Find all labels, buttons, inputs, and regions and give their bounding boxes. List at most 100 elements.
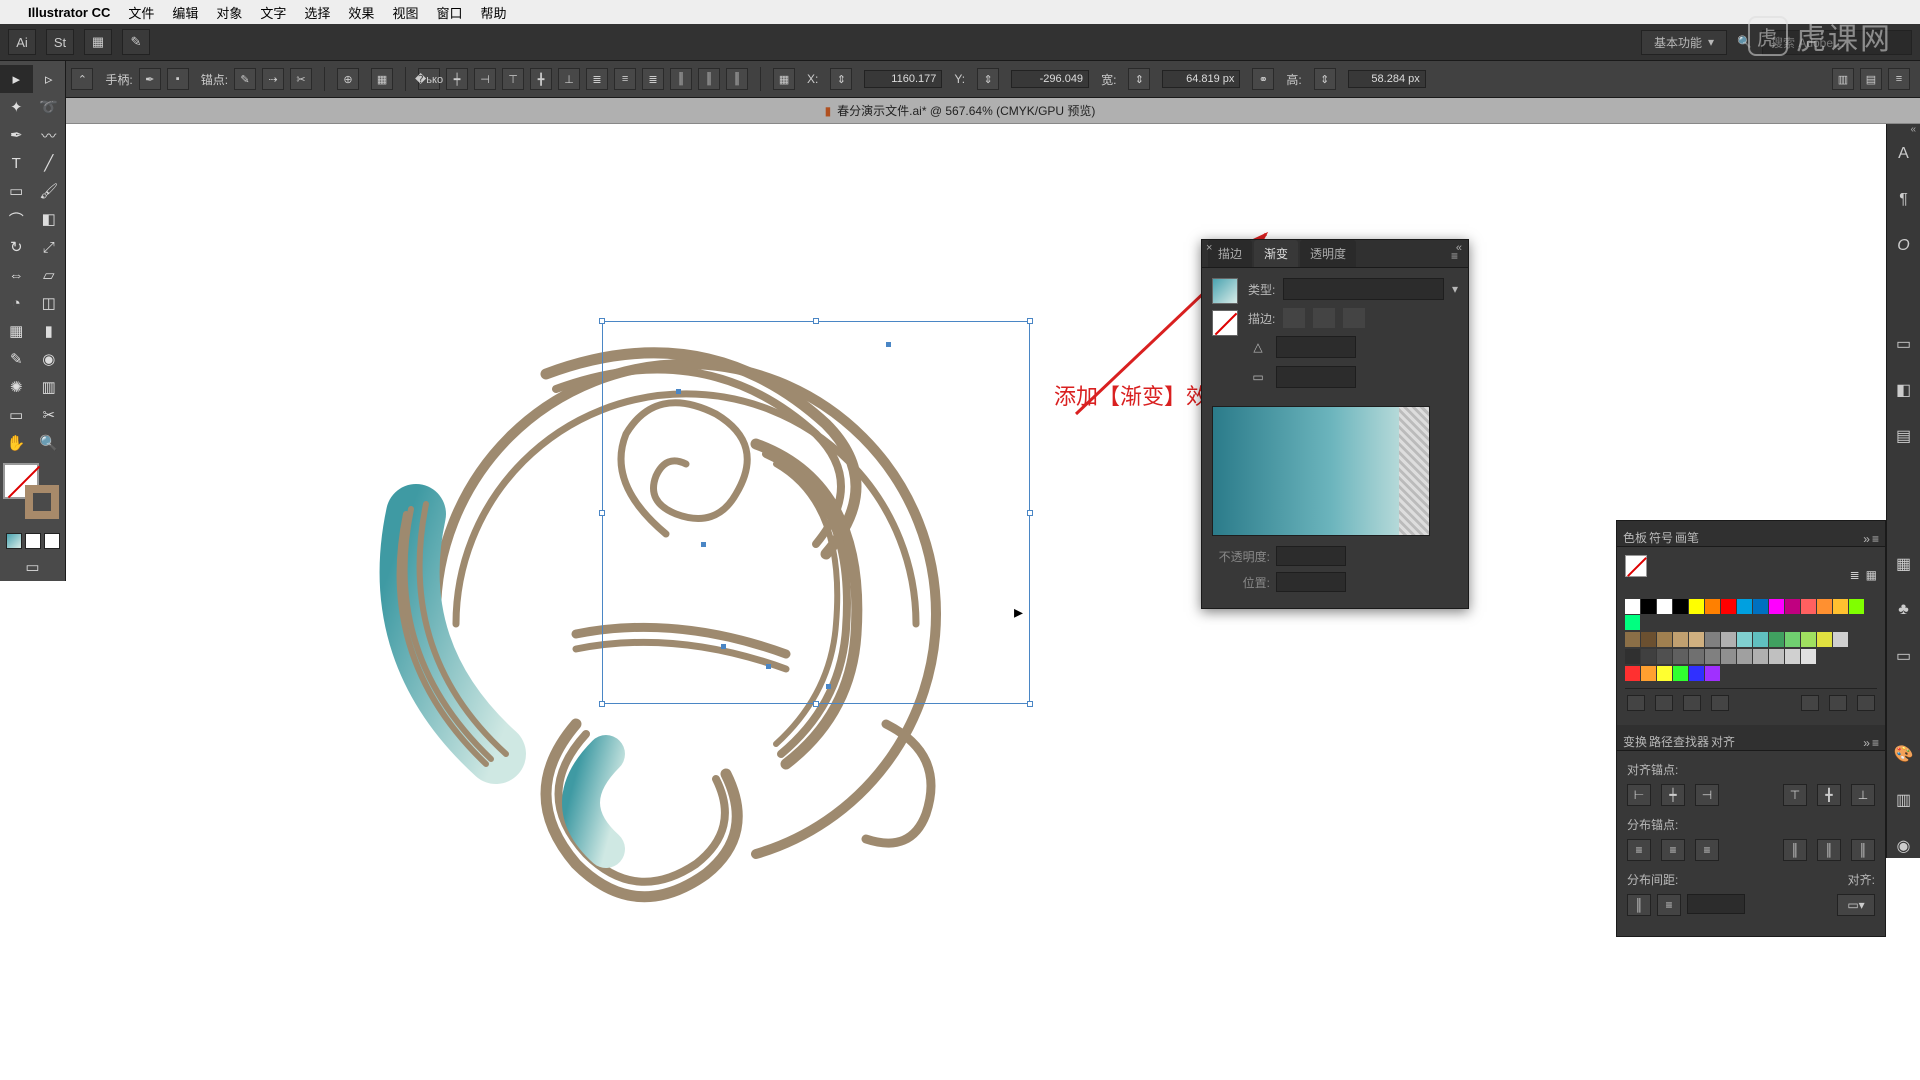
blend-tool[interactable]: ◉ <box>33 345 66 373</box>
lasso-tool[interactable]: ➰ <box>33 93 66 121</box>
swatch[interactable] <box>1641 632 1656 647</box>
stroke-align1-icon[interactable] <box>1283 308 1305 328</box>
width-tool[interactable]: ⇔ <box>0 261 33 289</box>
align-left-icon[interactable]: �ько <box>418 68 440 90</box>
handle-cut-icon[interactable]: ▪ <box>167 68 189 90</box>
align-hcenter-icon[interactable]: ┿ <box>446 68 468 90</box>
gradient-angle-input[interactable] <box>1276 336 1356 358</box>
swatch-list-view-icon[interactable]: ≣ <box>1850 568 1860 582</box>
swatch-opts-icon[interactable] <box>1683 695 1701 711</box>
dist-hcenter-btn[interactable]: ║ <box>1817 839 1841 861</box>
swatch[interactable] <box>1849 599 1864 614</box>
swatch[interactable] <box>1785 649 1800 664</box>
swatch[interactable] <box>1817 632 1832 647</box>
h-value-input[interactable]: 58.284 px <box>1348 70 1426 88</box>
tab-pathfinder[interactable]: 路径查找器 <box>1649 733 1709 750</box>
gradient-type-select[interactable] <box>1283 278 1444 300</box>
align-bottom-icon[interactable]: ⊥ <box>558 68 580 90</box>
swatch-grid-view-icon[interactable]: ▦ <box>1866 568 1877 582</box>
swatch[interactable] <box>1689 666 1704 681</box>
menu-edit[interactable]: 编辑 <box>172 3 198 22</box>
tab-transparency[interactable]: 透明度 <box>1300 240 1356 267</box>
pen-tool[interactable]: ✒ <box>0 121 33 149</box>
swatch[interactable] <box>1641 649 1656 664</box>
dist-center-icon[interactable]: ≡ <box>614 68 636 90</box>
swatch-new-icon[interactable] <box>1829 695 1847 711</box>
link-wh-icon[interactable]: ⚭ <box>1252 68 1274 90</box>
swatch[interactable] <box>1817 599 1832 614</box>
eraser-tool[interactable]: ◧ <box>33 205 66 233</box>
align-top-btn[interactable]: ⊤ <box>1783 784 1807 806</box>
dist-left-icon[interactable]: ≣ <box>586 68 608 90</box>
zoom-tool[interactable]: 🔍 <box>33 429 66 457</box>
swatch[interactable] <box>1737 649 1752 664</box>
gradient-opacity-input[interactable] <box>1276 546 1346 566</box>
align-right-btn[interactable]: ⊣ <box>1695 784 1719 806</box>
screen-mode-tool[interactable]: ▭ <box>0 553 65 581</box>
swatch[interactable] <box>1657 632 1672 647</box>
swatch[interactable] <box>1801 632 1816 647</box>
curvature-tool[interactable]: 〰 <box>33 121 66 149</box>
ctrl-opt1-icon[interactable]: ▥ <box>1832 68 1854 90</box>
magic-wand-tool[interactable]: ✦ <box>0 93 33 121</box>
x-stepper-icon[interactable]: ⇕ <box>830 68 852 90</box>
dock-swatches-icon[interactable]: ♣ <box>1892 598 1916 622</box>
tab-gradient[interactable]: 渐变 <box>1254 240 1298 267</box>
rotate-tool[interactable]: ↻ <box>0 233 33 261</box>
color-mode-solid[interactable] <box>25 533 41 549</box>
swatch[interactable] <box>1753 599 1768 614</box>
swatch-grid[interactable] <box>1625 599 1877 682</box>
swatch[interactable] <box>1705 632 1720 647</box>
panel-close-icon[interactable]: × <box>1206 242 1212 254</box>
ctrl-opt2-icon[interactable]: ▤ <box>1860 68 1882 90</box>
swatch[interactable] <box>1833 599 1848 614</box>
swatch[interactable] <box>1625 666 1640 681</box>
h-stepper-icon[interactable]: ⇕ <box>1314 68 1336 90</box>
dist-vcenter-btn[interactable]: ≡ <box>1661 839 1685 861</box>
align-top-icon[interactable]: ⊤ <box>502 68 524 90</box>
tab-stroke[interactable]: 描边 <box>1208 240 1252 267</box>
workspace-switcher[interactable]: 基本功能▾ <box>1641 30 1727 55</box>
shaper-tool[interactable]: ⌒ <box>0 205 33 233</box>
x-value-input[interactable]: 1160.177 <box>864 70 942 88</box>
swatch[interactable] <box>1673 649 1688 664</box>
tab-swatches[interactable]: 色板 <box>1623 529 1647 546</box>
swatch[interactable] <box>1705 649 1720 664</box>
swatch[interactable] <box>1689 649 1704 664</box>
swatch[interactable] <box>1705 666 1720 681</box>
dist-top-btn[interactable]: ≡ <box>1627 839 1651 861</box>
dist-left-btn[interactable]: ║ <box>1783 839 1807 861</box>
dist-v3-icon[interactable]: ║ <box>726 68 748 90</box>
swatch[interactable] <box>1689 599 1704 614</box>
menu-window[interactable]: 窗口 <box>436 3 462 22</box>
swatch[interactable] <box>1721 649 1736 664</box>
anchor-connect-icon[interactable]: ⇢ <box>262 68 284 90</box>
app-name[interactable]: Illustrator CC <box>28 5 110 20</box>
dock-color-icon[interactable]: ▦ <box>1892 552 1916 576</box>
gradient-tool[interactable]: ▮ <box>33 317 66 345</box>
menu-help[interactable]: 帮助 <box>480 3 506 22</box>
free-transform-tool[interactable]: ▱ <box>33 261 66 289</box>
align-hcenter-btn[interactable]: ┿ <box>1661 784 1685 806</box>
anchor-remove-icon[interactable]: ✎ <box>234 68 256 90</box>
bridge-icon[interactable]: ✎ <box>122 29 150 55</box>
gradient-ramp[interactable] <box>1212 406 1430 536</box>
swatch-folder-icon[interactable] <box>1801 695 1819 711</box>
y-value-input[interactable]: -296.049 <box>1011 70 1089 88</box>
type-tool[interactable]: T <box>0 149 33 177</box>
dock-brushes-icon[interactable]: ▭ <box>1892 644 1916 668</box>
align-expand-icon[interactable]: » <box>1863 736 1870 750</box>
swatch[interactable] <box>1833 632 1848 647</box>
dist-right-icon[interactable]: ≣ <box>642 68 664 90</box>
swatch-fill-indicator[interactable] <box>1625 555 1647 577</box>
dock-appearance-icon[interactable]: ◉ <box>1892 834 1916 858</box>
dock-character-icon[interactable]: A <box>1892 142 1916 166</box>
artboard-tool[interactable]: ▭ <box>0 401 33 429</box>
swatch[interactable] <box>1625 599 1640 614</box>
dist-spacing-input[interactable] <box>1687 894 1745 914</box>
selection-tool[interactable]: ▸ <box>0 65 33 93</box>
swatch-delete-icon[interactable] <box>1857 695 1875 711</box>
swatch[interactable] <box>1673 666 1688 681</box>
align-left-btn[interactable]: ⊢ <box>1627 784 1651 806</box>
eyedropper-tool[interactable]: ✎ <box>0 345 33 373</box>
